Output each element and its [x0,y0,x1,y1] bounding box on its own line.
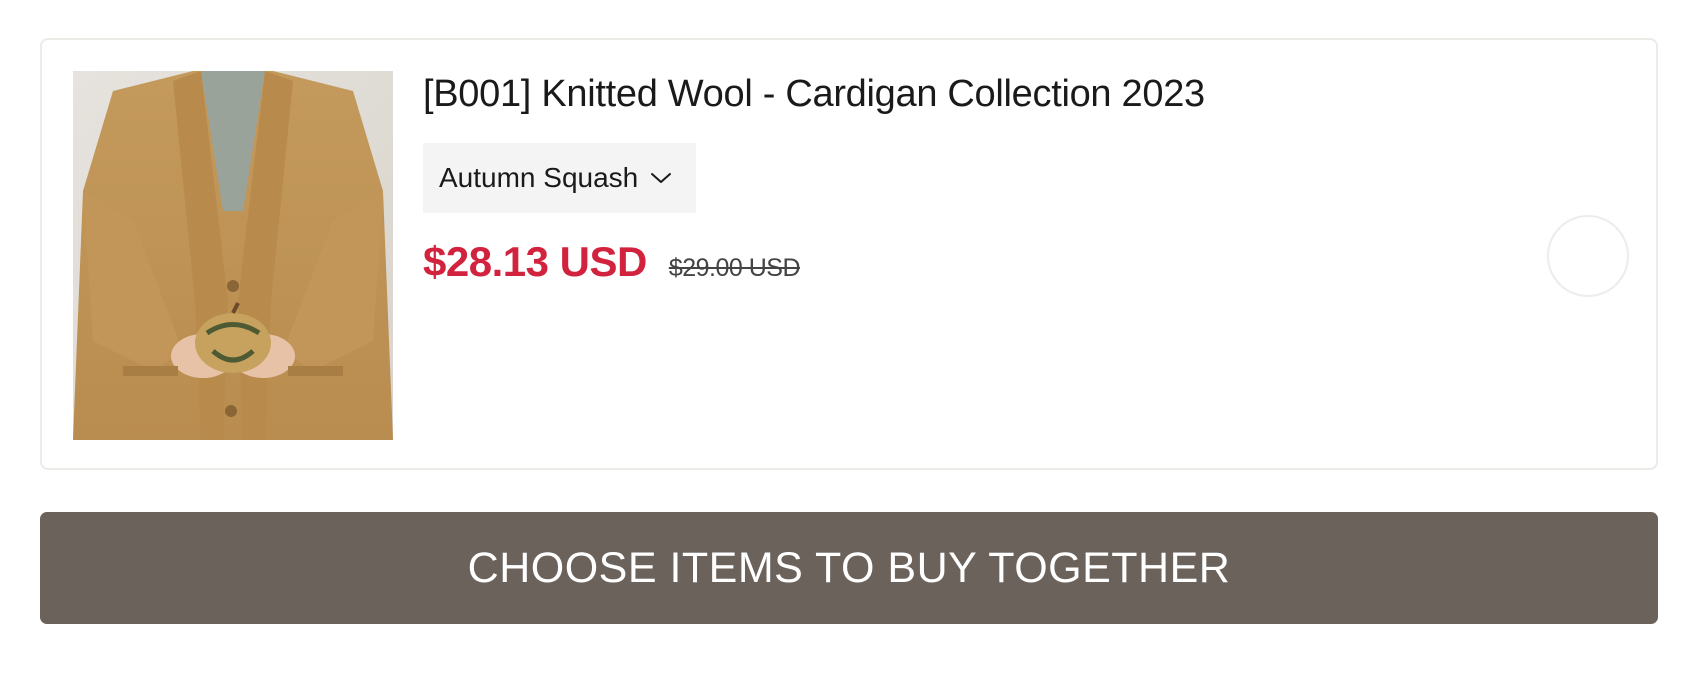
product-card: [B001] Knitted Wool - Cardigan Collectio… [40,38,1658,470]
select-item-radio[interactable] [1547,215,1629,297]
compare-at-price: $29.00 USD [668,254,801,282]
choose-items-button[interactable]: CHOOSE ITEMS TO BUY TOGETHER [40,512,1658,624]
sale-price: $28.13 USD [423,238,647,285]
variant-select-value: Autumn Squash [439,162,639,193]
product-image[interactable] [73,71,393,440]
variant-select[interactable]: Autumn Squash [423,143,696,213]
price-row: $28.13 USD $29.00 USD [423,238,801,286]
chevron-down-icon [650,171,672,185]
product-title[interactable]: [B001] Knitted Wool - Cardigan Collectio… [423,70,1205,118]
